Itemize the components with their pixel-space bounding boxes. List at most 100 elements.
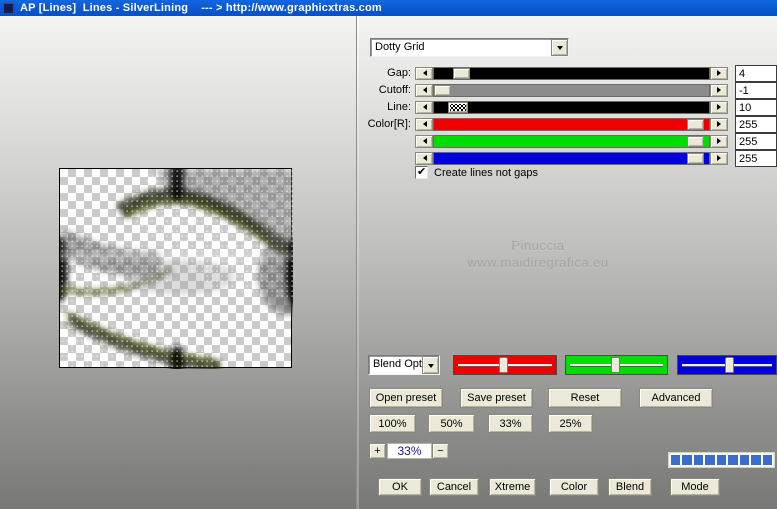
cutoff-value-field[interactable]: -1 bbox=[735, 81, 777, 99]
color-blue-slider-row: 255 bbox=[359, 149, 777, 167]
zoom-100-button[interactable]: 100% bbox=[369, 414, 416, 433]
progress-bar-segments bbox=[670, 454, 773, 466]
color-blue-value-field[interactable]: 255 bbox=[735, 149, 777, 167]
save-preset-button[interactable]: Save preset bbox=[460, 388, 533, 408]
create-lines-checkbox[interactable] bbox=[415, 165, 428, 179]
color-blue-decrement-button[interactable] bbox=[415, 151, 433, 165]
gap-slider-thumb[interactable] bbox=[453, 67, 471, 79]
gap-label: Gap: bbox=[387, 67, 411, 79]
color-green-increment-button[interactable] bbox=[710, 134, 728, 148]
zoom-out-button[interactable]: − bbox=[432, 443, 449, 459]
create-lines-checkbox-label: Create lines not gaps bbox=[434, 166, 538, 179]
progress-segment bbox=[682, 455, 692, 465]
preview-panel bbox=[0, 16, 357, 509]
blend-options-dropdown-arrow-button[interactable] bbox=[422, 356, 439, 374]
blend-red-slider[interactable] bbox=[453, 355, 557, 375]
blend-options-dropdown[interactable]: Blend Opti bbox=[368, 355, 440, 375]
blend-options-dropdown-value: Blend Opti bbox=[373, 358, 422, 370]
title-bar[interactable]: AP [Lines] Lines - SilverLining --- > ht… bbox=[0, 0, 777, 16]
progress-segment bbox=[716, 455, 727, 465]
progress-segment bbox=[751, 455, 761, 465]
blend-green-slider[interactable] bbox=[565, 355, 668, 375]
cutoff-slider-thumb[interactable] bbox=[434, 84, 451, 96]
effect-preview bbox=[59, 168, 293, 369]
line-slider-thumb[interactable] bbox=[447, 101, 468, 113]
color-blue-slider-track[interactable] bbox=[433, 151, 710, 165]
watermark-line2: www.maidiregrafica.eu bbox=[467, 255, 609, 270]
color-red-label: Color[R]: bbox=[367, 118, 411, 130]
progress-bar bbox=[668, 452, 775, 468]
progress-segment bbox=[693, 455, 704, 465]
plugin-window: AP [Lines] Lines - SilverLining --- > ht… bbox=[0, 0, 777, 509]
arrow-left-icon bbox=[420, 121, 427, 127]
blend-red-slider-thumb[interactable] bbox=[498, 357, 508, 373]
ok-button[interactable]: OK bbox=[378, 478, 422, 496]
gap-slider-row: Gap: 4 bbox=[359, 64, 777, 82]
blend-blue-slider[interactable] bbox=[677, 355, 777, 375]
arrow-right-icon bbox=[716, 87, 724, 93]
preset-dropdown-arrow-button[interactable] bbox=[551, 39, 568, 56]
zoom-in-button[interactable]: + bbox=[369, 443, 386, 459]
progress-segment bbox=[739, 455, 750, 465]
line-decrement-button[interactable] bbox=[415, 100, 433, 114]
color-green-slider-track[interactable] bbox=[433, 134, 710, 148]
blend-blue-slider-thumb[interactable] bbox=[725, 357, 735, 373]
cutoff-decrement-button[interactable] bbox=[415, 83, 433, 97]
line-increment-button[interactable] bbox=[710, 100, 728, 114]
arrow-left-icon bbox=[420, 87, 427, 93]
app-icon bbox=[3, 2, 14, 14]
preset-dropdown[interactable]: Dotty Grid bbox=[370, 38, 569, 57]
color-green-value-field[interactable]: 255 bbox=[735, 132, 777, 150]
preset-dropdown-value: Dotty Grid bbox=[375, 41, 425, 53]
progress-segment bbox=[671, 455, 681, 465]
advanced-button[interactable]: Advanced bbox=[639, 388, 713, 408]
arrow-left-icon bbox=[420, 155, 427, 161]
gap-slider-track[interactable] bbox=[433, 66, 710, 80]
color-red-slider-track[interactable] bbox=[433, 117, 710, 131]
mode-button[interactable]: Mode bbox=[670, 478, 720, 496]
color-red-increment-button[interactable] bbox=[710, 117, 728, 131]
preview-art bbox=[60, 169, 293, 369]
blend-green-slider-thumb[interactable] bbox=[611, 357, 621, 373]
arrow-right-icon bbox=[716, 138, 724, 144]
arrow-right-icon bbox=[716, 121, 724, 127]
arrow-left-icon bbox=[420, 138, 427, 144]
arrow-right-icon bbox=[716, 155, 724, 161]
line-label: Line: bbox=[387, 101, 411, 113]
arrow-right-icon bbox=[716, 104, 724, 110]
arrow-left-icon bbox=[420, 70, 427, 76]
zoom-level-display: 33% bbox=[387, 443, 432, 459]
color-button[interactable]: Color bbox=[549, 478, 599, 496]
xtreme-button[interactable]: Xtreme bbox=[489, 478, 536, 496]
cancel-button[interactable]: Cancel bbox=[429, 478, 479, 496]
color-green-slider-row: 255 bbox=[359, 132, 777, 150]
progress-segment bbox=[762, 455, 772, 465]
color-green-decrement-button[interactable] bbox=[415, 134, 433, 148]
blend-button[interactable]: Blend bbox=[608, 478, 652, 496]
window-title: AP [Lines] Lines - SilverLining --- > ht… bbox=[20, 2, 382, 14]
color-red-value-field[interactable]: 255 bbox=[735, 115, 777, 133]
line-value-field[interactable]: 10 bbox=[735, 98, 777, 116]
cutoff-slider-row: Cutoff: -1 bbox=[359, 81, 777, 99]
reset-button[interactable]: Reset bbox=[548, 388, 622, 408]
chevron-down-icon bbox=[556, 46, 563, 53]
watermark-line1: Pinuccia bbox=[511, 238, 565, 253]
gap-decrement-button[interactable] bbox=[415, 66, 433, 80]
gap-increment-button[interactable] bbox=[710, 66, 728, 80]
line-slider-track[interactable] bbox=[433, 100, 710, 114]
open-preset-button[interactable]: Open preset bbox=[369, 388, 443, 408]
color-blue-increment-button[interactable] bbox=[710, 151, 728, 165]
zoom-25-button[interactable]: 25% bbox=[548, 414, 593, 433]
color-blue-slider-thumb[interactable] bbox=[687, 152, 704, 164]
zoom-33-button[interactable]: 33% bbox=[488, 414, 533, 433]
arrow-right-icon bbox=[716, 70, 724, 76]
cutoff-increment-button[interactable] bbox=[710, 83, 728, 97]
zoom-50-button[interactable]: 50% bbox=[428, 414, 475, 433]
gap-value-field[interactable]: 4 bbox=[735, 64, 777, 82]
color-green-slider-thumb[interactable] bbox=[687, 135, 704, 147]
progress-segment bbox=[705, 455, 715, 465]
color-red-slider-thumb[interactable] bbox=[687, 118, 704, 130]
color-red-decrement-button[interactable] bbox=[415, 117, 433, 131]
create-lines-checkbox-row: Create lines not gaps bbox=[415, 165, 538, 179]
cutoff-slider-track[interactable] bbox=[433, 83, 710, 97]
